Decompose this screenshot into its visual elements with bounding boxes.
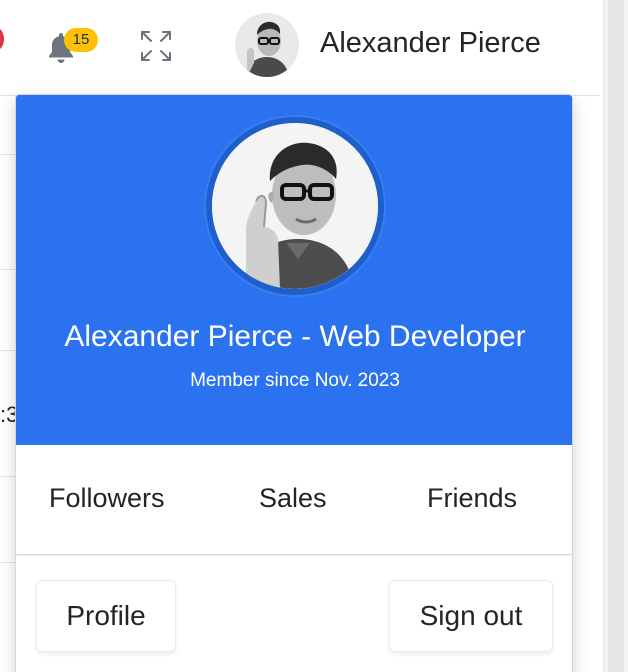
user-photo-large bbox=[212, 123, 378, 289]
user-avatar[interactable] bbox=[235, 13, 299, 77]
notification-count-badge: 15 bbox=[64, 28, 98, 52]
divider bbox=[0, 476, 16, 477]
divider bbox=[0, 562, 16, 563]
sales-link[interactable]: Sales bbox=[259, 483, 327, 514]
member-since-text: Member since Nov. 2023 bbox=[190, 370, 400, 391]
status-indicator bbox=[0, 28, 4, 50]
fullscreen-icon[interactable] bbox=[138, 28, 174, 64]
scrollbar-thumb[interactable] bbox=[608, 0, 624, 672]
background-content bbox=[0, 96, 16, 672]
user-dropdown-menu: Alexander Pierce - Web Developer Member … bbox=[15, 94, 573, 672]
user-links-row: Followers Sales Friends bbox=[16, 445, 572, 555]
divider bbox=[0, 350, 16, 351]
navbar-user-name[interactable]: Alexander Pierce bbox=[320, 27, 541, 60]
user-header-title: Alexander Pierce - Web Developer bbox=[64, 320, 526, 353]
divider bbox=[0, 154, 16, 155]
user-profile-image bbox=[206, 117, 384, 295]
divider bbox=[0, 269, 16, 270]
user-header: Alexander Pierce - Web Developer Member … bbox=[16, 95, 572, 445]
user-photo bbox=[235, 13, 299, 77]
user-footer: Profile Sign out bbox=[16, 556, 572, 672]
sign-out-button[interactable]: Sign out bbox=[389, 580, 553, 652]
friends-link[interactable]: Friends bbox=[427, 483, 517, 514]
profile-button[interactable]: Profile bbox=[36, 580, 176, 652]
top-navbar: 15 Alexander Pierce bbox=[0, 0, 600, 96]
followers-link[interactable]: Followers bbox=[49, 483, 165, 514]
